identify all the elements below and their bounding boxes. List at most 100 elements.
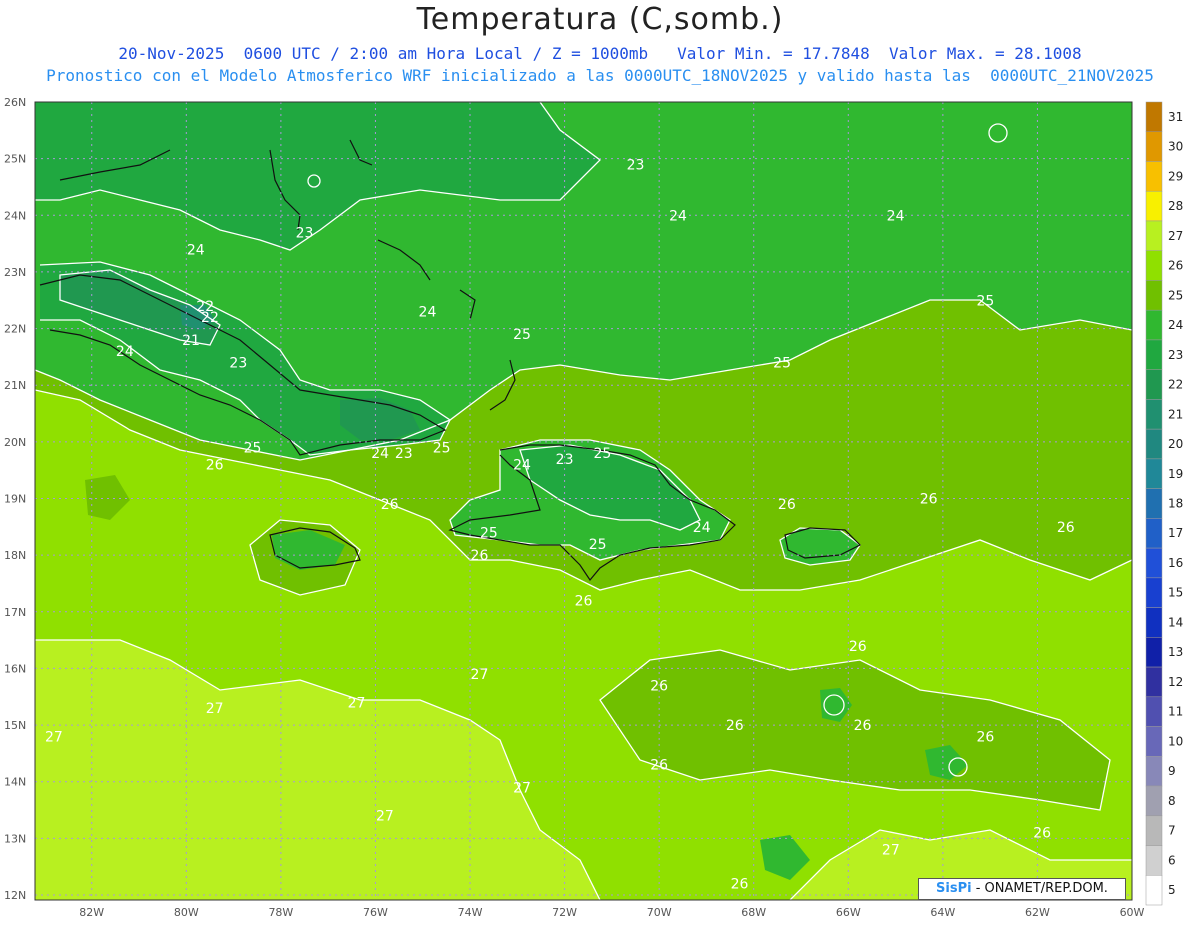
colorbar-swatch — [1145, 696, 1163, 727]
contour-label: 24 — [116, 344, 134, 360]
colorbar-swatch — [1145, 220, 1163, 251]
contour-label: 26 — [778, 497, 796, 513]
contour-label: 26 — [726, 718, 744, 734]
colorbar-label: 5 — [1168, 883, 1176, 897]
colorbar-label: 29 — [1168, 169, 1183, 183]
contour-label: 24 — [187, 242, 205, 258]
colorbar-swatch — [1145, 518, 1163, 549]
colorbar-swatch — [1145, 845, 1163, 876]
contour-label: 26 — [575, 593, 593, 609]
colorbar-label: 13 — [1168, 645, 1183, 659]
colorbar-label: 18 — [1168, 497, 1183, 511]
lat-tick-label: 17N — [4, 606, 26, 619]
contour-label: 25 — [593, 446, 611, 462]
contour-label: 24 — [371, 446, 389, 462]
colorbar-swatch — [1145, 577, 1163, 608]
colorbar-swatch — [1145, 190, 1163, 222]
contour-label: 24 — [513, 458, 531, 474]
contour-label: 25 — [480, 525, 498, 541]
colorbar-label: 21 — [1168, 407, 1183, 421]
lon-tick-label: 76W — [363, 906, 388, 919]
lat-tick-label: 24N — [4, 209, 26, 222]
lon-tick-label: 74W — [458, 906, 483, 919]
colorbar-label: 8 — [1168, 794, 1176, 808]
colorbar-swatch — [1145, 785, 1163, 817]
colorbar-swatch — [1145, 250, 1163, 281]
contour-label: 27 — [513, 780, 531, 796]
colorbar-label: 30 — [1168, 140, 1183, 154]
contour-label: 23 — [556, 452, 574, 468]
colorbar-label: 26 — [1168, 259, 1183, 273]
contour-label: 25 — [513, 327, 531, 343]
credit-text: - ONAMET/REP.DOM. — [971, 881, 1108, 896]
contour-label: 27 — [45, 729, 63, 745]
colorbar-label: 19 — [1168, 467, 1183, 481]
contour-label: 26 — [1057, 520, 1075, 536]
colorbar-label: 27 — [1168, 229, 1183, 243]
lon-tick-label: 68W — [741, 906, 766, 919]
temperature-map: 232424232422222124232425252525 24 23 2526 24… — [4, 96, 1183, 919]
colorbar-swatch — [1145, 309, 1163, 341]
colorbar-label: 14 — [1168, 615, 1183, 629]
lat-tick-label: 23N — [4, 266, 26, 279]
colorbar-label: 28 — [1168, 199, 1183, 213]
colorbar-label: 10 — [1168, 734, 1183, 748]
colorbar-label: 23 — [1168, 348, 1183, 362]
colorbar-label: 16 — [1168, 556, 1183, 570]
colorbar-swatch — [1145, 458, 1163, 489]
contour-label: 26 — [206, 458, 224, 474]
colorbar-label: 11 — [1168, 705, 1183, 719]
contour-label: 27 — [348, 695, 366, 711]
lat-tick-label: 19N — [4, 493, 26, 506]
contour-label: 27 — [206, 701, 224, 717]
lon-tick-label: 66W — [836, 906, 861, 919]
colorbar-swatch — [1145, 637, 1163, 668]
colorbar-swatch — [1145, 101, 1163, 132]
contour-label: 26 — [650, 678, 668, 694]
contour-label: 23 — [296, 225, 314, 241]
lat-tick-label: 20N — [4, 436, 26, 449]
colorbar-label: 20 — [1168, 437, 1183, 451]
colorbar-swatch — [1145, 280, 1163, 311]
colorbar-swatch — [1145, 726, 1163, 757]
contour-label: 24 — [669, 208, 687, 224]
colorbar-label: 9 — [1168, 764, 1176, 778]
contour-label: 24 — [887, 208, 905, 224]
contour-label: 23 — [395, 446, 413, 462]
colorbar-swatch — [1145, 339, 1163, 370]
contour-label: 25 — [589, 537, 607, 553]
contour-label: 25 — [433, 441, 451, 457]
colorbar-label: 7 — [1168, 824, 1176, 838]
colorbar-swatch — [1145, 547, 1163, 579]
contour-label: 21 — [182, 333, 200, 349]
colorbar-swatch — [1145, 875, 1163, 906]
colorbar-label: 22 — [1168, 378, 1183, 392]
contour-label: 26 — [977, 729, 995, 745]
colorbar-label: 15 — [1168, 586, 1183, 600]
colorbar-label: 24 — [1168, 318, 1183, 332]
colorbar-swatch — [1145, 607, 1163, 638]
contour-label: 24 — [693, 520, 711, 536]
lat-tick-label: 15N — [4, 719, 26, 732]
lon-tick-label: 70W — [647, 906, 672, 919]
lat-tick-label: 22N — [4, 323, 26, 336]
contour-label: 26 — [854, 718, 872, 734]
colorbar-label: 17 — [1168, 526, 1183, 540]
contour-label: 23 — [229, 356, 247, 372]
contour-label: 26 — [920, 492, 938, 508]
colorbar-label: 12 — [1168, 675, 1183, 689]
colorbar-swatch — [1145, 666, 1163, 698]
lat-tick-label: 14N — [4, 776, 26, 789]
lon-tick-label: 64W — [930, 906, 955, 919]
colorbar-swatch — [1145, 399, 1163, 430]
contour-label: 26 — [849, 639, 867, 655]
colorbar-swatch — [1145, 756, 1163, 787]
colorbar-label: 31 — [1168, 110, 1183, 124]
lat-tick-label: 13N — [4, 832, 26, 845]
contour-label: 26 — [1033, 826, 1051, 842]
credit-box: SisPi - ONAMET/REP.DOM. — [918, 878, 1126, 900]
colorbar-swatch — [1145, 488, 1163, 519]
colorbar-label: 25 — [1168, 288, 1183, 302]
lon-tick-label: 60W — [1120, 906, 1145, 919]
contour-label: 26 — [381, 497, 399, 513]
